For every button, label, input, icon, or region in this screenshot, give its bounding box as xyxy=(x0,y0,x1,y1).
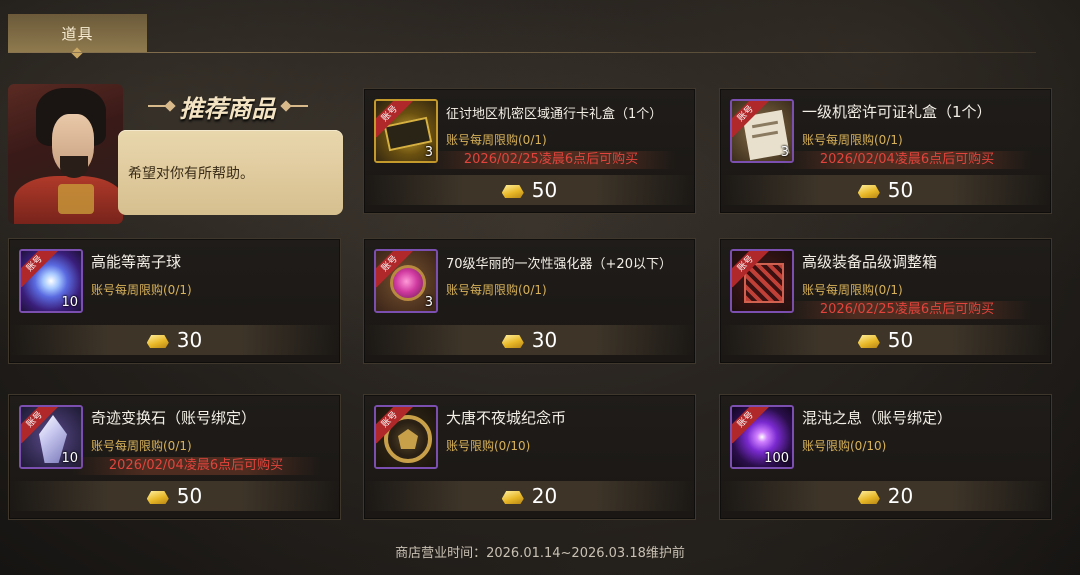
shop-item-card[interactable]: 账号 3 一级机密许可证礼盒（1个） 账号每周限购(0/1) 2026/02/0… xyxy=(719,88,1052,214)
item-name: 征讨地区机密区域通行卡礼盒（1个） xyxy=(446,107,663,122)
item-purchase-notice: 2026/02/04凌晨6点后可购买 xyxy=(71,457,321,475)
recommend-title: 推荐商品 xyxy=(140,88,315,124)
shop-item-card[interactable]: 账号 高级装备品级调整箱 账号每周限购(0/1) 2026/02/25凌晨6点后… xyxy=(719,238,1052,364)
item-limit: 账号限购(0/10) xyxy=(802,439,887,453)
price-button[interactable]: 30 xyxy=(364,325,695,355)
item-quantity: 100 xyxy=(764,451,789,466)
item-limit: 账号每周限购(0/1) xyxy=(802,133,903,147)
tab-label: 道具 xyxy=(61,24,94,43)
shop-item-card[interactable]: 账号 10 高能等离子球 账号每周限购(0/1) 30 xyxy=(8,238,341,364)
item-limit: 账号每周限购(0/1) xyxy=(802,283,903,297)
item-price: 50 xyxy=(887,328,914,352)
item-name: 高能等离子球 xyxy=(91,253,182,271)
shop-item-card[interactable]: 账号 3 70级华丽的一次性强化器（+20以下） 账号每周限购(0/1) 30 xyxy=(363,238,696,364)
plasma-orb-icon: 账号 10 xyxy=(19,249,83,313)
item-name: 一级机密许可证礼盒（1个） xyxy=(802,103,992,121)
item-name: 70级华丽的一次性强化器（+20以下） xyxy=(446,257,672,272)
item-purchase-notice: 2026/02/25凌晨6点后可购买 xyxy=(426,151,676,169)
price-button[interactable]: 50 xyxy=(720,325,1051,355)
gold-ingot-icon xyxy=(858,182,880,198)
shop-hours: 商店营业时间：2026.01.14~2026.03.18维护前 xyxy=(395,546,685,561)
gold-ingot-icon xyxy=(147,488,169,504)
item-price: 30 xyxy=(176,328,203,352)
item-price: 20 xyxy=(531,484,558,508)
tab-items[interactable]: 道具 xyxy=(8,14,147,52)
item-quantity: 3 xyxy=(424,295,433,310)
item-name: 大唐不夜城纪念币 xyxy=(446,409,567,427)
item-price: 50 xyxy=(887,178,914,202)
npc-portrait xyxy=(8,84,123,224)
item-price: 50 xyxy=(176,484,203,508)
enhancer-icon: 账号 3 xyxy=(374,249,438,313)
npc-message: 希望对你有所帮助。 xyxy=(128,165,254,182)
item-limit: 账号每周限购(0/1) xyxy=(91,439,192,453)
shop-item-card[interactable]: 账号 3 征讨地区机密区域通行卡礼盒（1个） 账号每周限购(0/1) 2026/… xyxy=(363,88,696,214)
gold-ingot-icon xyxy=(858,332,880,348)
item-price: 20 xyxy=(887,484,914,508)
gold-ingot-icon xyxy=(502,488,524,504)
chaos-breath-icon: 账号 100 xyxy=(730,405,794,469)
item-quantity: 10 xyxy=(61,295,78,310)
shop-item-card[interactable]: 账号 100 混沌之息（账号绑定） 账号限购(0/10) 20 xyxy=(719,394,1052,520)
item-purchase-notice: 2026/02/25凌晨6点后可购买 xyxy=(782,301,1032,319)
item-price: 30 xyxy=(531,328,558,352)
tab-bar: 道具 xyxy=(0,0,1080,59)
npc-speech-bubble: 希望对你有所帮助。 xyxy=(118,130,343,215)
ornament-left-icon xyxy=(147,105,172,107)
item-limit: 账号每周限购(0/1) xyxy=(91,283,192,297)
shop-item-card[interactable]: 账号 10 奇迹变换石（账号绑定） 账号每周限购(0/1) 2026/02/04… xyxy=(8,394,341,520)
price-button[interactable]: 20 xyxy=(364,481,695,511)
tab-divider xyxy=(8,52,1036,53)
price-button[interactable]: 20 xyxy=(720,481,1051,511)
price-button[interactable]: 50 xyxy=(364,175,695,205)
item-name: 混沌之息（账号绑定） xyxy=(802,409,953,427)
item-limit: 账号每周限购(0/1) xyxy=(446,283,547,297)
gold-ingot-icon xyxy=(858,488,880,504)
gold-ingot-icon xyxy=(147,332,169,348)
item-limit: 账号每周限购(0/1) xyxy=(446,133,547,147)
item-name: 奇迹变换石（账号绑定） xyxy=(91,409,257,427)
item-price: 50 xyxy=(531,178,558,202)
item-purchase-notice: 2026/02/04凌晨6点后可购买 xyxy=(782,151,1032,169)
gold-ingot-icon xyxy=(502,332,524,348)
recommend-title-text: 推荐商品 xyxy=(179,93,276,123)
gold-ingot-icon xyxy=(502,182,524,198)
coin-icon: 账号 xyxy=(374,405,438,469)
price-button[interactable]: 30 xyxy=(9,325,340,355)
item-name: 高级装备品级调整箱 xyxy=(802,253,938,271)
price-button[interactable]: 50 xyxy=(9,481,340,511)
item-limit: 账号限购(0/10) xyxy=(446,439,531,453)
ornament-right-icon xyxy=(283,105,308,107)
price-button[interactable]: 50 xyxy=(720,175,1051,205)
shop-item-card[interactable]: 账号 大唐不夜城纪念币 账号限购(0/10) 20 xyxy=(363,394,696,520)
